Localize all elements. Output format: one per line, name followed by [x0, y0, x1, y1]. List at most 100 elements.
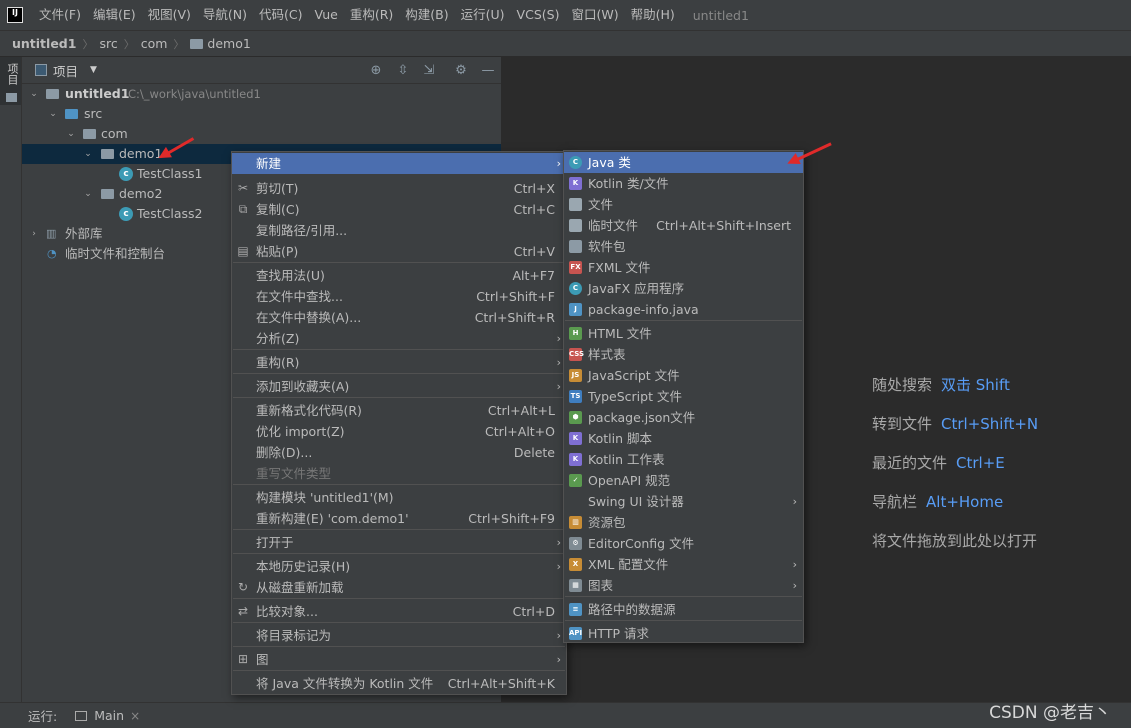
chevron-right-icon: › — [792, 558, 797, 571]
menu-edit[interactable]: 编辑(E) — [87, 0, 142, 30]
menu-window[interactable]: 窗口(W) — [565, 0, 624, 30]
html-icon: H — [569, 327, 582, 340]
context-menu-item[interactable]: ⧉ 复制(C) Ctrl+C — [232, 199, 566, 220]
menu-build[interactable]: 构建(B) — [399, 0, 454, 30]
menu-file[interactable]: 文件(F) — [33, 0, 87, 30]
chevron-down-icon[interactable]: ⌄ — [83, 184, 93, 204]
context-menu-item[interactable]: 构建模块 'untitled1'(M) — [232, 487, 566, 508]
context-menu-item[interactable]: 分析(Z) › — [232, 328, 566, 349]
menu-item-label: 资源包 — [588, 515, 626, 530]
context-menu: 新建 › ✂ 剪切(T) Ctrl+X ⧉ 复制(C) Ctrl+C 复制路径/引用... ▤ 粘贴… — [231, 151, 567, 695]
submenu-item[interactable]: H HTML 文件 — [564, 323, 803, 344]
chevron-down-icon[interactable]: ⌄ — [48, 104, 58, 124]
dropdown-arrow-icon[interactable]: ▼ — [90, 65, 97, 75]
context-menu-item[interactable]: 新建 › — [232, 153, 566, 174]
context-menu-item[interactable]: 在文件中替换(A)... Ctrl+Shift+R — [232, 307, 566, 328]
submenu-item[interactable]: ⚙ EditorConfig 文件 — [564, 533, 803, 554]
tree-label: TestClass2 — [137, 206, 203, 221]
context-menu-item[interactable]: 将目录标记为 › — [232, 625, 566, 646]
menu-code[interactable]: 代码(C) — [253, 0, 308, 30]
project-folder-icon — [46, 89, 59, 99]
run-tab-main[interactable]: Main × — [75, 708, 140, 723]
close-icon[interactable]: × — [130, 709, 140, 723]
submenu-item[interactable]: CSS 样式表 — [564, 344, 803, 365]
expand-all-icon[interactable]: ⇳ — [395, 63, 411, 78]
javascript-icon: JS — [569, 369, 582, 382]
project-panel-title[interactable]: 项目 — [53, 61, 78, 80]
context-menu-item[interactable]: ⊞ 图 › — [232, 649, 566, 670]
context-menu-item[interactable]: 重写文件类型 — [232, 463, 566, 484]
context-menu-item[interactable]: ↻ 从磁盘重新加载 — [232, 577, 566, 598]
submenu-item[interactable]: ▥ 资源包 — [564, 512, 803, 533]
breadcrumb-com[interactable]: com — [141, 36, 168, 51]
menu-separator — [233, 553, 565, 554]
chevron-right-icon[interactable]: › — [29, 224, 39, 244]
chevron-right-icon: › — [556, 536, 561, 549]
gear-icon[interactable]: ⚙ — [453, 63, 469, 78]
context-menu-item[interactable]: 删除(D)... Delete — [232, 442, 566, 463]
submenu-item[interactable]: Jpackage-info.java — [564, 299, 803, 320]
submenu-item[interactable]: FX FXML 文件 — [564, 257, 803, 278]
breadcrumb-src[interactable]: src — [99, 36, 117, 51]
submenu-item[interactable]: 文件 — [564, 194, 803, 215]
submenu-item[interactable]: X XML 配置文件 › — [564, 554, 803, 575]
menu-run[interactable]: 运行(U) — [455, 0, 511, 30]
context-menu-item[interactable]: 重构(R) › — [232, 352, 566, 373]
submenu-item[interactable]: ≡ 路径中的数据源 — [564, 599, 803, 620]
context-menu-item[interactable]: ▤ 粘贴(P) Ctrl+V — [232, 241, 566, 262]
tree-item-com[interactable]: ⌄ com — [22, 124, 501, 144]
submenu-item[interactable]: 软件包 — [564, 236, 803, 257]
project-tool-tab[interactable]: 项目 — [0, 57, 21, 105]
menu-view[interactable]: 视图(V) — [142, 0, 197, 30]
submenu-item[interactable]: ▦ 图表 › — [564, 575, 803, 596]
menu-separator — [565, 620, 802, 621]
submenu-item[interactable]: Swing UI 设计器 › — [564, 491, 803, 512]
breadcrumb-project[interactable]: untitled1 — [12, 36, 76, 51]
menu-vcs[interactable]: VCS(S) — [511, 0, 566, 30]
context-menu-item[interactable]: 重新格式化代码(R) Ctrl+Alt+L — [232, 400, 566, 421]
menu-navigate[interactable]: 导航(N) — [197, 0, 253, 30]
chevron-right-icon: 〉 — [82, 37, 94, 51]
menu-item-shortcut: Ctrl+C — [513, 202, 555, 217]
chevron-down-icon[interactable]: ⌄ — [83, 144, 93, 164]
context-menu-item[interactable]: 重新构建(E) 'com.demo1' Ctrl+Shift+F9 — [232, 508, 566, 529]
hint-text: 随处搜索 — [872, 376, 933, 394]
menu-separator — [233, 373, 565, 374]
tree-item-project-root[interactable]: ⌄ untitled1 C:\_work\java\untitled1 — [22, 84, 501, 104]
submenu-item[interactable]: JS JavaScript 文件 — [564, 365, 803, 386]
context-menu-item[interactable]: 本地历史记录(H) › — [232, 556, 566, 577]
reload-icon: ↻ — [237, 580, 249, 594]
context-menu-item[interactable]: 优化 import(Z) Ctrl+Alt+O — [232, 421, 566, 442]
menu-help[interactable]: 帮助(H) — [625, 0, 681, 30]
chevron-down-icon[interactable]: ⌄ — [66, 124, 76, 144]
java-class-icon: c — [119, 167, 133, 181]
submenu-item[interactable]: API HTTP 请求 — [564, 623, 803, 644]
locate-icon[interactable]: ⊕ — [368, 63, 384, 78]
context-menu-item[interactable]: 查找用法(U) Alt+F7 — [232, 265, 566, 286]
collapse-all-icon[interactable]: ⇲ — [421, 63, 437, 78]
breadcrumb-demo1[interactable]: demo1 — [207, 36, 250, 51]
submenu-item[interactable]: K Kotlin 类/文件 — [564, 173, 803, 194]
context-menu-item[interactable]: ⇄ 比较对象... Ctrl+D — [232, 601, 566, 622]
submenu-item[interactable]: ⬢ package.json文件 — [564, 407, 803, 428]
submenu-item[interactable]: 临时文件 Ctrl+Alt+Shift+Insert — [564, 215, 803, 236]
minimize-icon[interactable]: — — [480, 63, 496, 78]
context-menu-item[interactable]: 在文件中查找... Ctrl+Shift+F — [232, 286, 566, 307]
submenu-item[interactable]: K Kotlin 脚本 — [564, 428, 803, 449]
folder-icon — [190, 38, 204, 49]
submenu-item[interactable]: ✓ OpenAPI 规范 — [564, 470, 803, 491]
java-class-icon: c — [119, 207, 133, 221]
submenu-item[interactable]: C JavaFX 应用程序 — [564, 278, 803, 299]
context-menu-item[interactable]: 打开于 › — [232, 532, 566, 553]
submenu-item[interactable]: C Java 类 — [564, 152, 803, 173]
menu-vue[interactable]: Vue — [309, 0, 344, 30]
submenu-item[interactable]: TS TypeScript 文件 — [564, 386, 803, 407]
submenu-item[interactable]: K Kotlin 工作表 — [564, 449, 803, 470]
tree-item-src[interactable]: ⌄ src — [22, 104, 501, 124]
context-menu-item[interactable]: ✂ 剪切(T) Ctrl+X — [232, 178, 566, 199]
chevron-down-icon[interactable]: ⌄ — [29, 84, 39, 104]
context-menu-item[interactable]: 添加到收藏夹(A) › — [232, 376, 566, 397]
menu-refactor[interactable]: 重构(R) — [344, 0, 399, 30]
context-menu-item[interactable]: 将 Java 文件转换为 Kotlin 文件 Ctrl+Alt+Shift+K — [232, 673, 566, 694]
context-menu-item[interactable]: 复制路径/引用... — [232, 220, 566, 241]
